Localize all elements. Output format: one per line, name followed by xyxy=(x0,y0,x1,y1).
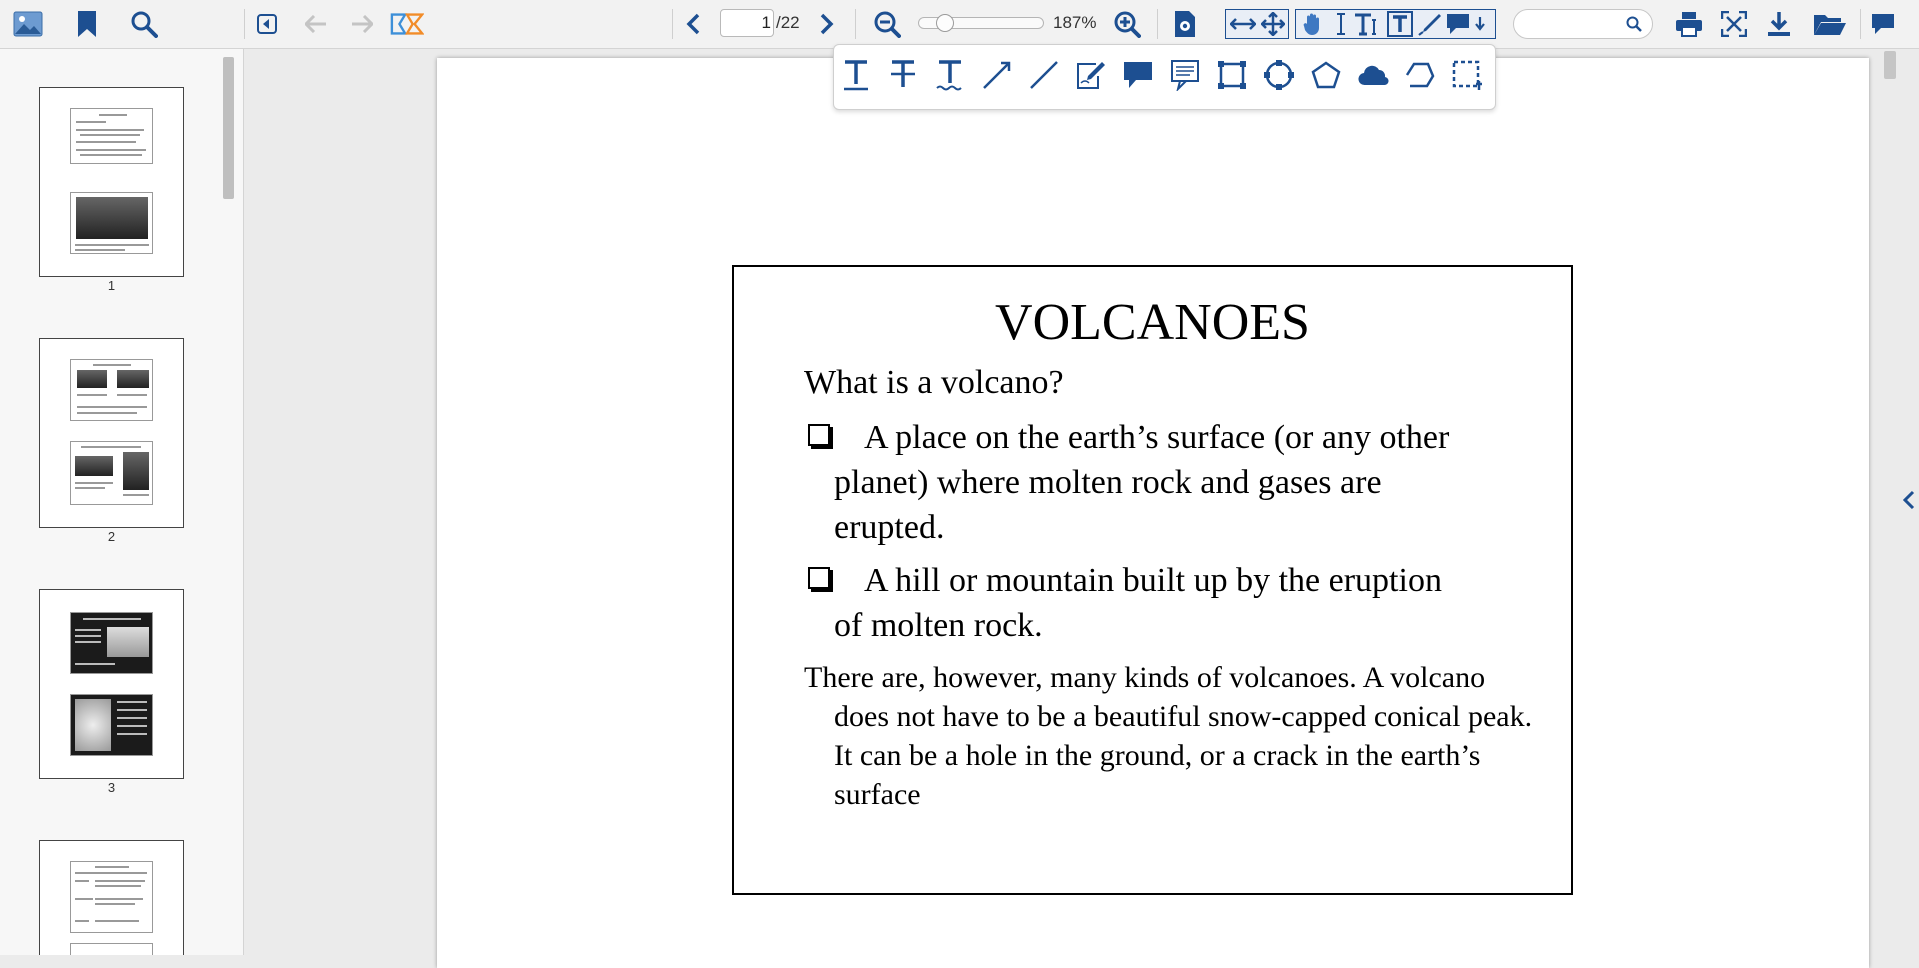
search-box[interactable] xyxy=(1513,9,1653,39)
typewriter-icon[interactable] xyxy=(1351,7,1385,41)
thumbnail-slide xyxy=(70,612,153,674)
strikeout-text-icon[interactable] xyxy=(885,57,921,93)
search-icon[interactable] xyxy=(127,7,161,41)
arrow-icon[interactable] xyxy=(979,57,1015,93)
toolbar-divider xyxy=(855,9,856,39)
next-page-icon[interactable] xyxy=(810,7,844,41)
prev-page-icon[interactable] xyxy=(676,7,710,41)
fit-width-icon[interactable] xyxy=(1226,7,1260,41)
back-arrow-icon[interactable] xyxy=(299,7,333,41)
slide-question: What is a volcano? xyxy=(804,364,1064,401)
checkbox-bullet-icon xyxy=(808,567,830,589)
fit-mode-group xyxy=(1225,9,1289,39)
bookmark-icon[interactable] xyxy=(70,7,104,41)
forward-arrow-icon[interactable] xyxy=(345,7,379,41)
line-icon[interactable] xyxy=(1026,57,1062,93)
zoom-out-icon[interactable] xyxy=(870,7,904,41)
slide-frame: VOLCANOES What is a volcano? A place on … xyxy=(732,265,1573,895)
print-icon[interactable] xyxy=(1672,7,1706,41)
squiggly-text-icon[interactable] xyxy=(932,57,968,93)
thumbnail-slide xyxy=(70,441,153,505)
slide-title: VOLCANOES xyxy=(995,294,1310,351)
cloud-icon[interactable] xyxy=(1355,57,1391,93)
zoom-value: 187% xyxy=(1053,13,1097,32)
document-scrollbar[interactable] xyxy=(1882,49,1899,955)
zoom-slider[interactable] xyxy=(918,14,1044,32)
thumbnail-slide xyxy=(70,192,153,254)
polyline-icon[interactable] xyxy=(1402,57,1438,93)
thumbnail-slide xyxy=(70,108,153,164)
document-scrollbar-thumb[interactable] xyxy=(1884,51,1896,79)
slide-bullet-text: A place on the earth’s surface (or any o… xyxy=(834,419,1450,546)
page-number-input[interactable] xyxy=(720,9,774,37)
thumbnail-sidebar: 1 2 3 xyxy=(0,49,244,955)
thumbnail-number: 2 xyxy=(107,529,116,544)
document-settings-icon[interactable] xyxy=(1168,7,1202,41)
page-total: /22 xyxy=(776,13,800,32)
underline-text-icon[interactable] xyxy=(838,57,874,93)
thumbnail-slide xyxy=(70,694,153,756)
pan-move-icon[interactable] xyxy=(1256,7,1290,41)
thumbnail-number: 3 xyxy=(107,780,116,795)
thumbnail-page-3[interactable] xyxy=(39,589,184,779)
thumbnail-slide xyxy=(70,943,153,955)
thumbnail-number: 1 xyxy=(107,278,116,293)
annotation-toolbar xyxy=(833,44,1496,110)
rectangle-icon[interactable] xyxy=(1214,57,1250,93)
zoom-in-icon[interactable] xyxy=(1110,7,1144,41)
toolbar-divider xyxy=(244,9,245,39)
callout-icon[interactable] xyxy=(1120,57,1156,93)
sidebar-scrollbar[interactable] xyxy=(222,53,235,953)
toolbar-divider xyxy=(672,9,673,39)
tools-dropdown-icon[interactable] xyxy=(1466,7,1494,41)
zoom-slider-thumb[interactable] xyxy=(936,14,954,32)
image-icon[interactable] xyxy=(11,7,45,41)
thumbnail-slide xyxy=(70,359,153,421)
checkbox-bullet-icon xyxy=(808,424,830,446)
freehand-note-icon[interactable] xyxy=(1073,57,1109,93)
thumbnail-page-4[interactable] xyxy=(39,840,184,955)
main-toolbar: /22 187% xyxy=(0,0,1919,49)
area-select-icon[interactable] xyxy=(1449,57,1485,93)
fullscreen-icon[interactable] xyxy=(1717,7,1751,41)
thumbnail-page-1[interactable] xyxy=(39,87,184,277)
toolbar-divider xyxy=(1860,9,1861,39)
search-box-icon[interactable] xyxy=(1626,16,1642,37)
sidebar-collapse-icon[interactable] xyxy=(250,7,284,41)
sticky-note-icon[interactable] xyxy=(1167,57,1203,93)
polygon-icon[interactable] xyxy=(1308,57,1344,93)
toolbar-divider xyxy=(1157,9,1158,39)
search-input[interactable] xyxy=(1524,14,1628,36)
interaction-tools-group xyxy=(1295,9,1496,39)
comment-icon[interactable] xyxy=(1866,7,1900,41)
ellipse-icon[interactable] xyxy=(1261,57,1297,93)
slide-paragraph: There are, however, many kinds of volcan… xyxy=(804,661,1533,811)
download-icon[interactable] xyxy=(1762,7,1796,41)
thumbnail-page-2[interactable] xyxy=(39,338,184,528)
right-panel-toggle-icon[interactable] xyxy=(1899,480,1919,520)
text-box-icon[interactable] xyxy=(1383,7,1417,41)
thumbnail-slide xyxy=(70,861,153,933)
sidebar-scrollbar-thumb[interactable] xyxy=(223,57,234,199)
logo-icon[interactable] xyxy=(390,7,424,41)
slide-bullet-text: A hill or mountain built up by the erupt… xyxy=(834,562,1442,644)
open-folder-icon[interactable] xyxy=(1810,7,1850,41)
